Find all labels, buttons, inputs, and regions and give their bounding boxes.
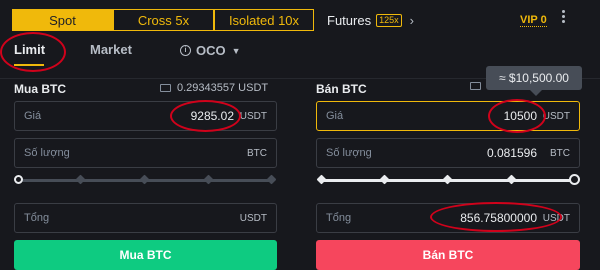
slider-step [266,174,277,185]
annotation-circle [0,32,66,72]
more-menu-icon[interactable] [562,10,566,23]
tab-cross-5x[interactable]: Cross 5x [113,9,214,31]
slider-step [316,174,327,185]
annotation-circle [488,99,546,133]
tab-isolated-10x[interactable]: Isolated 10x [214,9,314,31]
futures-leverage-badge: 125x [376,14,402,27]
annotation-circle [170,100,241,132]
buy-amount-field[interactable]: Số lượng BTC [14,138,277,168]
futures-label: Futures [327,13,372,28]
caret-down-icon: ▼ [231,45,241,56]
slider-step [139,174,150,185]
sell-amount-value: 0.081596 [486,146,537,160]
sell-title: Bán BTC [316,82,367,96]
buy-balance-value: 0.29343557 USDT [177,82,269,94]
slider-step [442,174,453,185]
vip-level[interactable]: VIP 0 [520,14,547,27]
sell-price-label: Giá [326,110,344,122]
buy-total-unit: USDT [239,212,267,224]
slider-step [506,174,517,185]
buy-title: Mua BTC [14,82,66,96]
buy-price-unit: USDT [239,110,267,122]
tab-market[interactable]: Market [90,42,132,57]
slider-handle[interactable] [14,175,23,184]
buy-balance: 0.29343557 USDT [160,82,268,94]
buy-amount-label: Số lượng [24,147,70,159]
sell-price-unit: USDT [542,110,570,122]
annotation-circle [430,202,562,232]
buy-price-label: Giá [24,110,42,122]
wallet-icon [470,82,481,90]
futures-link[interactable]: Futures 125x › [327,13,414,28]
buy-total-field[interactable]: Tổng USDT [14,203,277,233]
tab-oco[interactable]: i OCO ▼ [180,43,241,58]
buy-total-label: Tổng [24,212,50,224]
slider-step [203,174,214,185]
tooltip-arrow [530,90,542,96]
buy-amount-unit: BTC [247,147,267,159]
oco-label: OCO [196,43,226,58]
chevron-right-icon: › [409,13,414,28]
slider-step [379,174,390,185]
tab-spot[interactable]: Spot [12,9,113,31]
sell-amount-field[interactable]: Số lượng 0.081596 BTC [316,138,580,168]
slider-step [75,174,86,185]
buy-amount-slider[interactable] [14,173,277,187]
sell-amount-label: Số lượng [326,147,372,159]
wallet-icon [160,84,171,92]
price-tooltip: ≈ $10,500.00 [486,66,582,90]
sell-amount-slider[interactable] [316,173,580,189]
slider-handle[interactable] [569,174,580,185]
info-icon: i [180,45,191,56]
sell-total-label: Tổng [326,212,352,224]
sell-amount-unit: BTC [550,147,570,159]
